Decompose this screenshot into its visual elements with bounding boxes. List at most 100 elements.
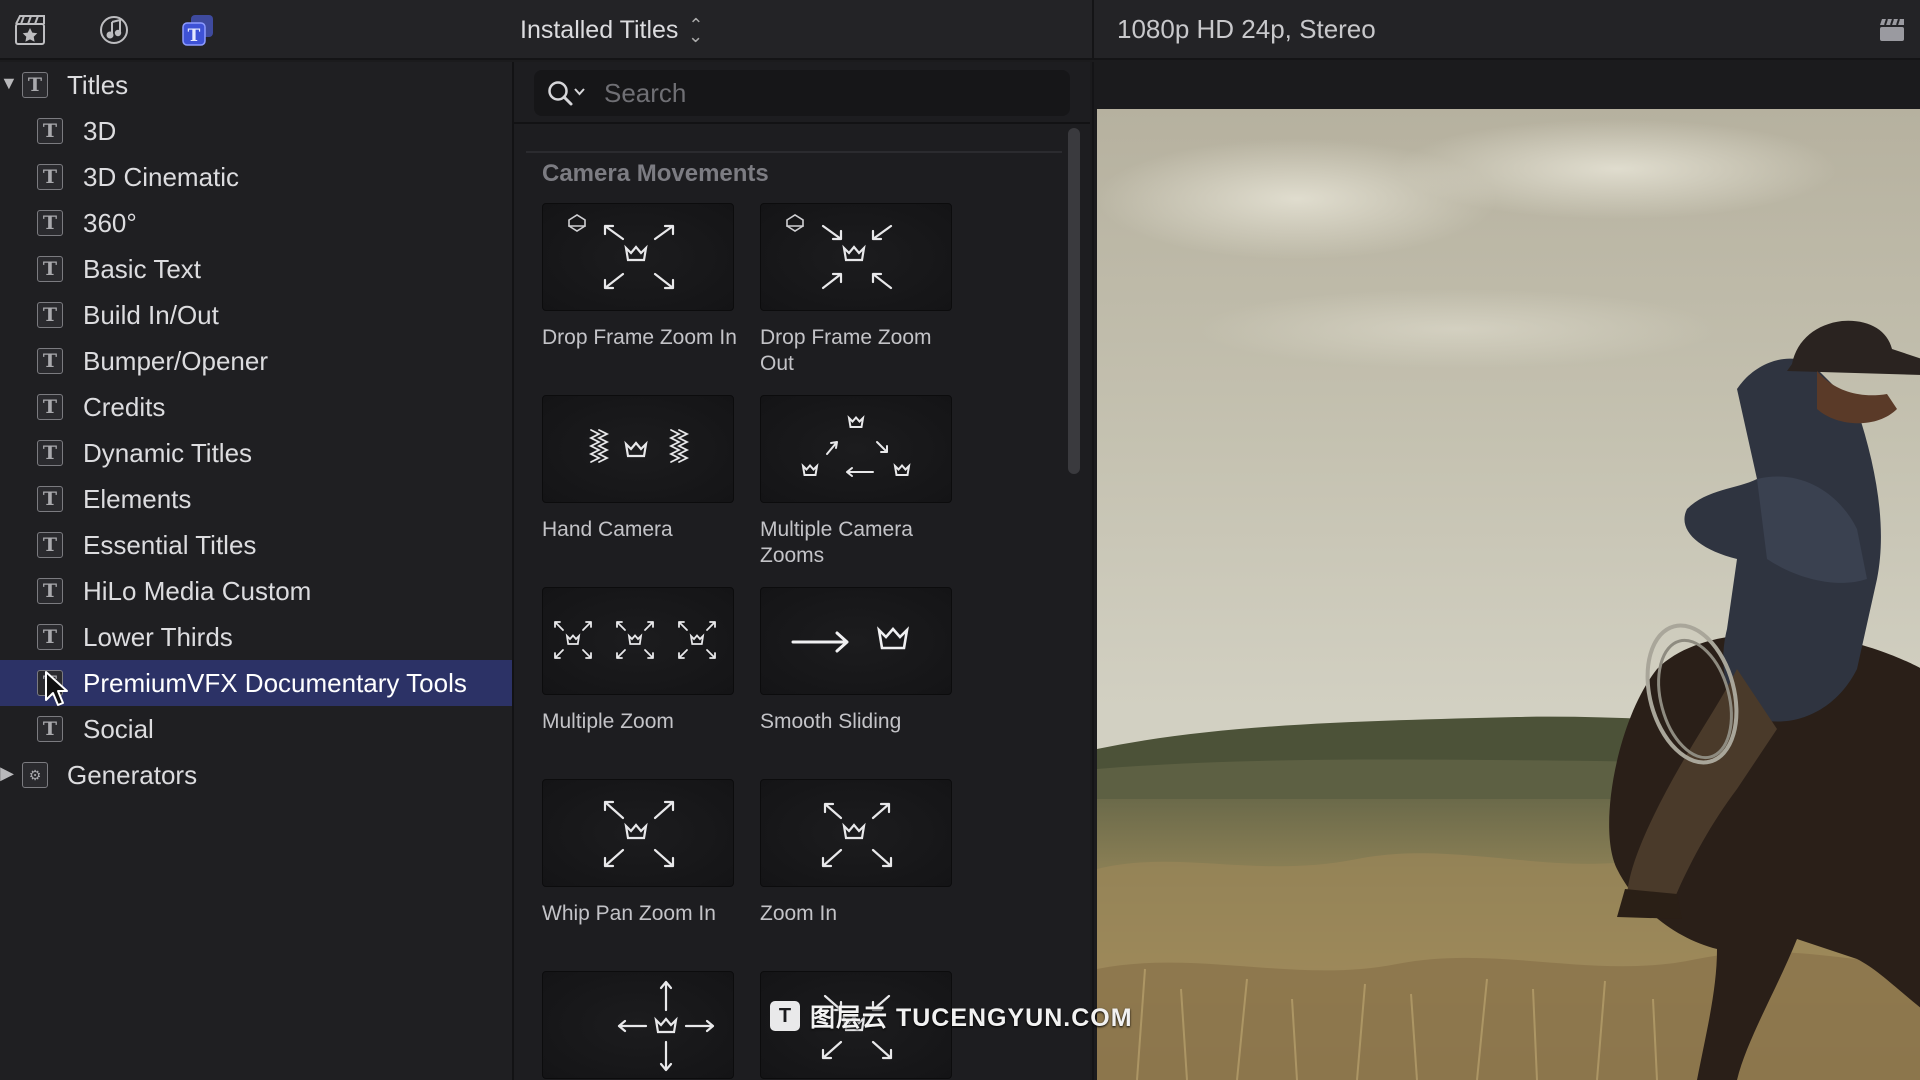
title-t-icon: T — [37, 164, 63, 190]
search-box — [534, 70, 1070, 116]
title-t-icon: T — [37, 256, 63, 282]
section-title: Camera Movements — [542, 160, 769, 187]
sidebar-item-dynamic-titles[interactable]: T Dynamic Titles — [0, 430, 512, 476]
zoom-in-crown-icon — [760, 779, 952, 887]
sidebar-item-label: Elements — [83, 483, 192, 514]
sidebar-item-3d-cinematic[interactable]: T 3D Cinematic — [0, 154, 512, 200]
slide-arrow-crown-icon — [760, 587, 952, 695]
triple-zoom-crown-icon — [542, 587, 734, 695]
sidebar-tree: ▼ T Titles T 3D T 3D Cinematic T 360° T … — [0, 62, 514, 1080]
sidebar-item-titles[interactable]: ▼ T Titles — [0, 62, 512, 108]
sidebar-item-lower-thirds[interactable]: T Lower Thirds — [0, 614, 512, 660]
title-t-icon: T — [37, 716, 63, 742]
sidebar-item-label: 3D Cinematic — [83, 161, 240, 192]
sidebar-item-label: PremiumVFX Documentary Tools — [83, 667, 467, 698]
title-t-icon: T — [37, 302, 63, 328]
title-t-icon: T — [37, 348, 63, 374]
library-dropdown[interactable]: Installed Titles ⌃ ⌃ — [520, 12, 704, 48]
title-tile-hand-camera[interactable]: Hand Camera — [542, 395, 734, 543]
top-toolbar: T Installed Titles ⌃ ⌃ 1080p HD 24p, Ster… — [0, 0, 1920, 60]
viewer-panel — [1092, 62, 1920, 1080]
zoom-in-arrows-crown-icon — [760, 203, 952, 311]
tile-label: Multiple Camera Zooms — [760, 518, 913, 567]
title-tile-smooth-sliding[interactable]: Smooth Sliding — [760, 587, 952, 735]
sidebar-item-elements[interactable]: T Elements — [0, 476, 512, 522]
sidebar-item-label: Build In/Out — [83, 299, 219, 330]
sidebar-item-360[interactable]: T 360° — [0, 200, 512, 246]
title-t-icon: T — [37, 578, 63, 604]
four-way-arrows-crown-icon — [542, 971, 734, 1079]
watermark-badge: T — [770, 1001, 800, 1031]
title-t-icon: T — [37, 532, 63, 558]
library-dropdown-label: Installed Titles — [520, 15, 679, 44]
whip-zoom-crown-icon — [542, 779, 734, 887]
sidebar-item-generators[interactable]: ▶ ⚙ Generators — [0, 752, 512, 798]
sidebar-item-social[interactable]: T Social — [0, 706, 512, 752]
scrollbar[interactable] — [1068, 128, 1080, 474]
viewer-video-frame[interactable] — [1097, 109, 1920, 1080]
sidebar-item-label: 3D — [83, 115, 117, 146]
disclosure-collapsed-icon[interactable]: ▶ — [0, 763, 14, 784]
svg-text:T: T — [188, 26, 201, 46]
search-input[interactable] — [604, 76, 1054, 110]
tile-label: Smooth Sliding — [760, 710, 902, 733]
tile-label: Hand Camera — [542, 518, 673, 541]
updown-chevron-icon: ⌃ ⌃ — [688, 15, 704, 45]
section-divider — [526, 151, 1062, 153]
sidebar-item-label: Generators — [67, 759, 198, 790]
sidebar-item-label: Essential Titles — [83, 529, 257, 560]
title-tile-multiple-zoom[interactable]: Multiple Zoom — [542, 587, 734, 735]
music-photos-icon[interactable] — [94, 10, 134, 50]
sidebar-item-label: Titles — [67, 69, 129, 100]
title-t-icon: T — [37, 486, 63, 512]
viewer-format-label: 1080p HD 24p, Stereo — [1117, 14, 1376, 44]
zoom-out-arrows-crown-icon — [542, 203, 734, 311]
sidebar-item-hilo-media-custom[interactable]: T HiLo Media Custom — [0, 568, 512, 614]
title-tile-drop-frame-zoom-out[interactable]: Drop Frame Zoom Out — [760, 203, 952, 377]
generator-icon: ⚙ — [22, 762, 48, 788]
title-t-icon: T — [22, 72, 48, 98]
sidebar-item-premiumvfx-documentary-tools[interactable]: T PremiumVFX Documentary Tools — [0, 660, 512, 706]
sidebar-item-label: HiLo Media Custom — [83, 575, 312, 606]
title-t-icon: T — [37, 440, 63, 466]
sidebar-item-essential-titles[interactable]: T Essential Titles — [0, 522, 512, 568]
search-icon[interactable] — [546, 79, 588, 107]
title-tile-zoom-in[interactable]: Zoom In — [760, 779, 952, 927]
sidebar-item-label: Social — [83, 713, 154, 744]
sidebar-item-3d[interactable]: T 3D — [0, 108, 512, 154]
viewer-header: 1080p HD 24p, Stereo — [1092, 0, 1920, 60]
sidebar-item-bumper-opener[interactable]: T Bumper/Opener — [0, 338, 512, 384]
sidebar-item-label: Bumper/Opener — [83, 345, 268, 376]
title-browser: Camera Movements Drop Frame Zoom In Drop… — [514, 62, 1090, 1080]
title-t-icon: T — [37, 210, 63, 236]
title-tile-four-way[interactable] — [542, 971, 734, 1080]
title-t-icon: T — [37, 624, 63, 650]
sidebar-item-label: 360° — [83, 207, 137, 238]
sidebar-item-label: Credits — [83, 391, 166, 422]
titles-generators-icon[interactable]: T — [178, 10, 218, 50]
disclosure-expanded-icon[interactable]: ▼ — [0, 73, 18, 94]
shaky-crown-icon — [542, 395, 734, 503]
tile-label: Drop Frame Zoom In — [542, 326, 737, 349]
divider — [514, 122, 1090, 124]
tile-label: Drop Frame Zoom Out — [760, 326, 932, 375]
watermark-text: 图层云 TUCENGYUN.COM — [810, 1004, 1133, 1032]
mouse-cursor-icon — [45, 671, 68, 706]
title-t-icon: T — [37, 118, 63, 144]
clapperboard-icon[interactable] — [1878, 16, 1906, 44]
sidebar-item-credits[interactable]: T Credits — [0, 384, 512, 430]
cowboy-on-horse-image — [1097, 109, 1920, 1080]
title-tile-whip-pan-zoom-in[interactable]: Whip Pan Zoom In — [542, 779, 734, 927]
sidebar-item-label: Dynamic Titles — [83, 437, 253, 468]
title-tile-multiple-camera-zooms[interactable]: Multiple Camera Zooms — [760, 395, 952, 569]
title-t-icon: T — [37, 394, 63, 420]
sidebar-item-label: Lower Thirds — [83, 621, 233, 652]
clapper-star-icon[interactable] — [10, 10, 50, 50]
tile-label: Multiple Zoom — [542, 710, 674, 733]
sidebar-item-label: Basic Text — [83, 253, 202, 284]
title-tile-drop-frame-zoom-in[interactable]: Drop Frame Zoom In — [542, 203, 737, 351]
sidebar-item-build-in-out[interactable]: T Build In/Out — [0, 292, 512, 338]
watermark: T 图层云 TUCENGYUN.COM — [770, 998, 1133, 1034]
sidebar-item-basic-text[interactable]: T Basic Text — [0, 246, 512, 292]
tile-label: Zoom In — [760, 902, 838, 925]
